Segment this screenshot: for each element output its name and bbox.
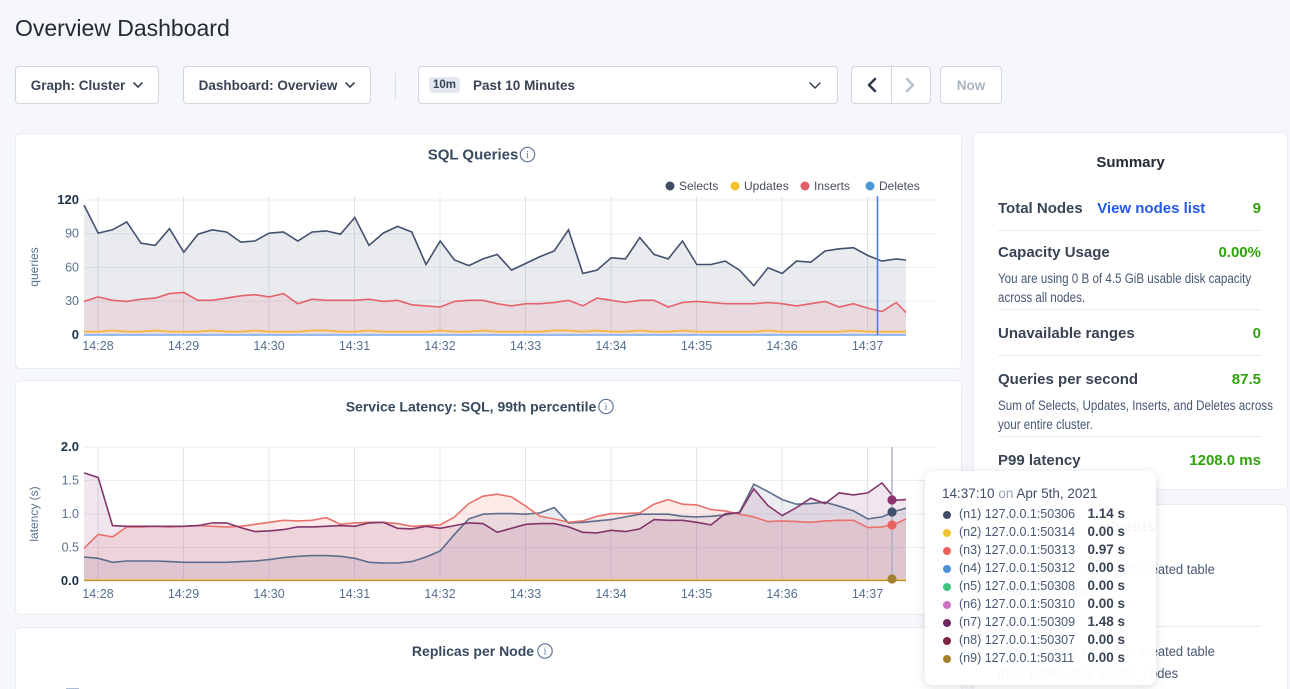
svg-text:14:29: 14:29: [168, 587, 199, 601]
svg-text:14:32: 14:32: [424, 339, 455, 353]
svg-text:2.0: 2.0: [61, 439, 79, 454]
svg-text:14:28: 14:28: [82, 339, 113, 353]
svg-text:14:35: 14:35: [681, 587, 712, 601]
svg-text:Replicas per Node: Replicas per Node: [412, 643, 534, 659]
svg-text:queries: queries: [27, 247, 41, 286]
svg-text:14:33: 14:33: [510, 587, 541, 601]
svg-text:1.0: 1.0: [62, 507, 79, 521]
svg-text:14:31: 14:31: [339, 339, 370, 353]
svg-text:Selects: Selects: [679, 179, 718, 193]
svg-text:Service Latency: SQL, 99th per: Service Latency: SQL, 99th percentile: [346, 399, 597, 415]
svg-text:i: i: [544, 646, 547, 657]
svg-text:60: 60: [65, 260, 79, 274]
svg-text:0.0: 0.0: [61, 573, 79, 588]
svg-text:14:32: 14:32: [424, 587, 455, 601]
svg-text:Updates: Updates: [744, 179, 789, 193]
svg-text:14:37: 14:37: [852, 587, 883, 601]
svg-text:Inserts: Inserts: [814, 179, 850, 193]
svg-text:14:33: 14:33: [510, 339, 541, 353]
svg-text:i: i: [526, 150, 529, 161]
svg-text:SQL Queries: SQL Queries: [428, 147, 519, 164]
svg-text:14:31: 14:31: [339, 587, 370, 601]
svg-text:30: 30: [65, 294, 79, 308]
svg-text:latency (s): latency (s): [27, 486, 41, 541]
svg-text:1.5: 1.5: [62, 474, 79, 488]
svg-text:14:30: 14:30: [253, 339, 284, 353]
svg-text:i: i: [605, 402, 608, 413]
svg-text:14:30: 14:30: [253, 587, 284, 601]
svg-text:90: 90: [65, 227, 79, 241]
svg-text:14:36: 14:36: [766, 339, 797, 353]
svg-text:14:28: 14:28: [82, 587, 113, 601]
svg-text:14:35: 14:35: [681, 339, 712, 353]
svg-text:14:29: 14:29: [168, 339, 199, 353]
svg-text:0: 0: [72, 327, 79, 342]
svg-text:14:37: 14:37: [852, 339, 883, 353]
svg-text:120: 120: [57, 192, 79, 207]
svg-text:14:36: 14:36: [766, 587, 797, 601]
svg-text:14:34: 14:34: [595, 587, 626, 601]
svg-text:14:34: 14:34: [595, 339, 626, 353]
svg-text:0.5: 0.5: [62, 541, 79, 555]
svg-text:Deletes: Deletes: [879, 179, 920, 193]
